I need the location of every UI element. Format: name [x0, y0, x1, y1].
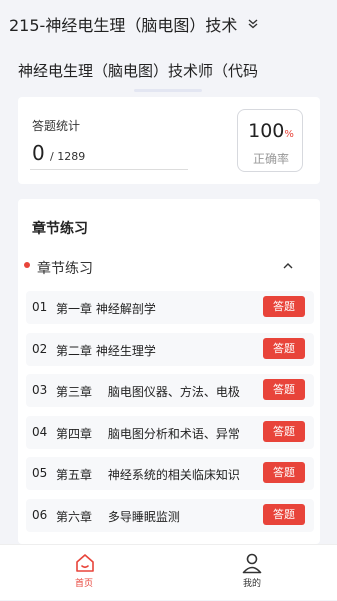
chapter-group-toggle[interactable]: 章节练习 — [18, 252, 320, 282]
chapter-name: 第六章 多导睡眠监测 — [56, 509, 180, 524]
accuracy-label: 正确率 — [252, 152, 289, 166]
top-bar: 215-神经电生理（脑电图）技术 — [0, 0, 337, 48]
chapter-number: 04 — [32, 424, 48, 439]
accuracy-box: 100% 正确率 — [237, 109, 303, 172]
exam-subtitle: 神经电生理（脑电图）技术师（代码 — [18, 62, 259, 80]
exam-title[interactable]: 215-神经电生理（脑电图）技术 — [9, 12, 237, 36]
chapter-number: 06 — [32, 507, 48, 522]
chapter-number: 02 — [32, 341, 48, 356]
chapter-row[interactable]: 04 第四章 脑电图分析和术语、异常 答题 — [26, 415, 314, 449]
answer-button[interactable]: 答题 — [263, 420, 305, 442]
stats-card: 答题统计 0 / 1289 100% 正确率 — [18, 97, 320, 184]
chapter-row[interactable]: 01 第一章 神经解剖学 答题 — [26, 291, 314, 324]
chapter-name: 第三章 脑电图仪器、方法、电极 — [56, 385, 240, 399]
total-count: / 1289 — [50, 150, 86, 163]
answer-button[interactable]: 答题 — [263, 503, 305, 525]
chapter-row[interactable]: 03 第三章 脑电图仪器、方法、电极 答题 — [26, 374, 314, 407]
subtitle-bar: 神经电生理（脑电图）技术师（代码 — [0, 48, 337, 93]
home-icon — [76, 554, 94, 572]
chapter-name: 第二章 神经生理学 — [56, 343, 156, 358]
scroll-indicator — [134, 89, 202, 92]
answer-button[interactable]: 答题 — [263, 337, 305, 359]
group-label: 章节练习 — [37, 261, 93, 277]
tab-mine[interactable]: 我的 — [168, 545, 336, 601]
chapter-number: 03 — [32, 383, 48, 397]
accuracy-value: 100 — [248, 120, 285, 142]
chapter-name: 第五章 神经系统的相关临床知识 — [56, 468, 240, 482]
answer-button[interactable]: 答题 — [263, 296, 305, 317]
double-chevron-down-icon[interactable] — [247, 18, 259, 30]
answer-button[interactable]: 答题 — [263, 462, 305, 483]
chapter-name: 第一章 神经解剖学 — [56, 302, 156, 316]
chapter-row[interactable]: 02 第二章 神经生理学 答题 — [26, 332, 314, 366]
chapter-number: 01 — [32, 300, 48, 314]
stats-label: 答题统计 — [32, 119, 81, 133]
chevron-up-icon[interactable] — [282, 261, 294, 271]
chapter-practice-card: 章节练习 章节练习 01 第一章 神经解剖学 答题 02 第二章 神经生理学 答… — [18, 199, 320, 544]
chapter-number: 05 — [32, 466, 48, 480]
chapter-row[interactable]: 06 第六章 多导睡眠监测 答题 — [26, 498, 314, 532]
tab-mine-label: 我的 — [242, 579, 261, 589]
tab-home-label: 首页 — [74, 579, 93, 589]
section-heading: 章节练习 — [32, 221, 88, 237]
chapter-row[interactable]: 05 第五章 神经系统的相关临床知识 答题 — [26, 457, 314, 490]
red-dot-icon — [24, 262, 30, 268]
user-icon — [242, 553, 262, 574]
chapter-name: 第四章 脑电图分析和术语、异常 — [56, 426, 240, 441]
accuracy-value-wrap: 100% — [238, 120, 304, 142]
tab-home[interactable]: 首页 — [0, 545, 168, 601]
answered-count: 0 — [32, 141, 45, 165]
bottom-tab-bar: 首页 我的 — [0, 544, 337, 600]
answer-button[interactable]: 答题 — [263, 379, 305, 400]
accuracy-unit: % — [284, 129, 294, 140]
stats-divider — [30, 169, 188, 170]
chapter-list: 01 第一章 神经解剖学 答题 02 第二章 神经生理学 答题 03 第三章 脑… — [26, 291, 314, 540]
